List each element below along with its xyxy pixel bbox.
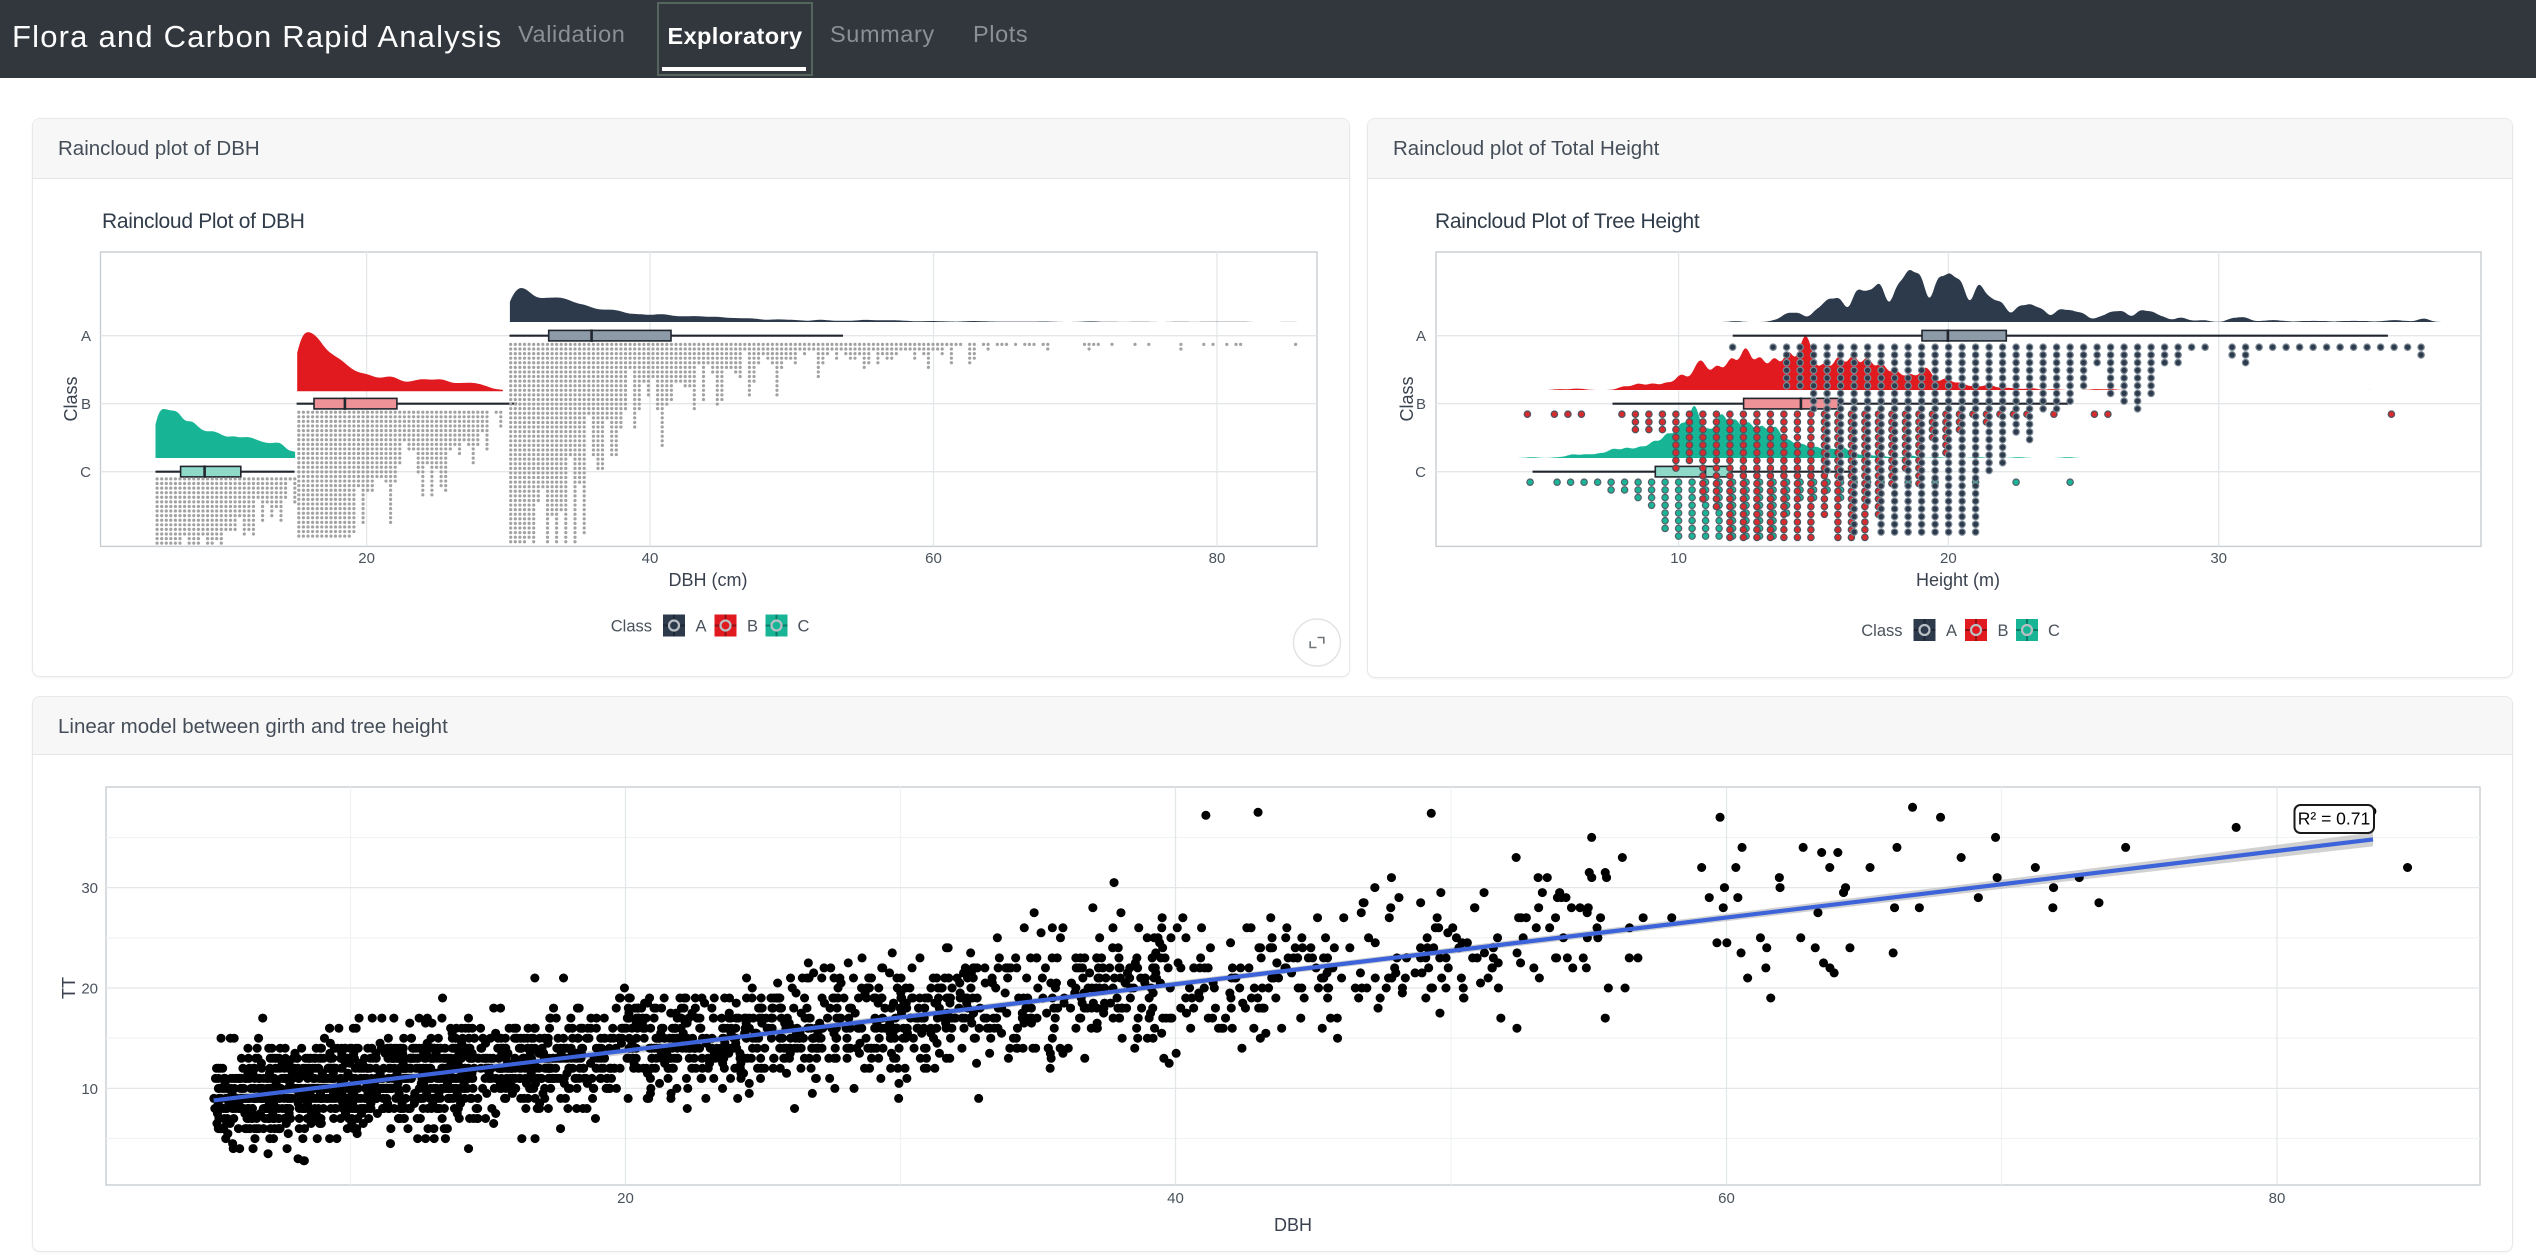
svg-text:A: A	[81, 328, 91, 345]
svg-text:Raincloud Plot of DBH: Raincloud Plot of DBH	[102, 210, 305, 233]
svg-text:Class: Class	[611, 618, 652, 636]
svg-text:B: B	[747, 618, 758, 636]
svg-text:B: B	[1997, 622, 2008, 640]
svg-text:10: 10	[1670, 550, 1687, 567]
svg-text:10: 10	[81, 1081, 98, 1098]
svg-text:C: C	[798, 618, 810, 636]
svg-text:A: A	[1416, 328, 1426, 345]
svg-text:30: 30	[81, 880, 98, 897]
svg-text:20: 20	[358, 550, 375, 567]
svg-text:20: 20	[81, 981, 98, 998]
svg-text:40: 40	[1167, 1190, 1184, 1207]
svg-text:Raincloud Plot of Tree Height: Raincloud Plot of Tree Height	[1435, 210, 1700, 233]
svg-text:R² = 0.71: R² = 0.71	[2298, 809, 2370, 829]
svg-text:40: 40	[642, 550, 659, 567]
svg-text:Height (m): Height (m)	[1916, 570, 2000, 590]
svg-text:30: 30	[2210, 550, 2227, 567]
svg-text:60: 60	[925, 550, 942, 567]
svg-text:C: C	[2048, 622, 2060, 640]
svg-text:Class: Class	[1861, 622, 1902, 640]
svg-text:Class: Class	[61, 376, 81, 421]
svg-text:C: C	[1415, 464, 1426, 481]
svg-text:TT: TT	[59, 977, 79, 999]
svg-text:B: B	[81, 396, 91, 413]
svg-text:DBH: DBH	[1274, 1215, 1312, 1235]
svg-text:C: C	[80, 464, 91, 481]
svg-text:20: 20	[1940, 550, 1957, 567]
svg-text:A: A	[1946, 622, 1957, 640]
svg-text:60: 60	[1718, 1190, 1735, 1207]
svg-text:80: 80	[2269, 1190, 2286, 1207]
svg-text:Class: Class	[1397, 376, 1417, 421]
svg-text:DBH (cm): DBH (cm)	[669, 570, 748, 590]
svg-text:80: 80	[1209, 550, 1226, 567]
svg-text:20: 20	[617, 1190, 634, 1207]
svg-text:A: A	[695, 618, 706, 636]
svg-text:B: B	[1416, 396, 1426, 413]
